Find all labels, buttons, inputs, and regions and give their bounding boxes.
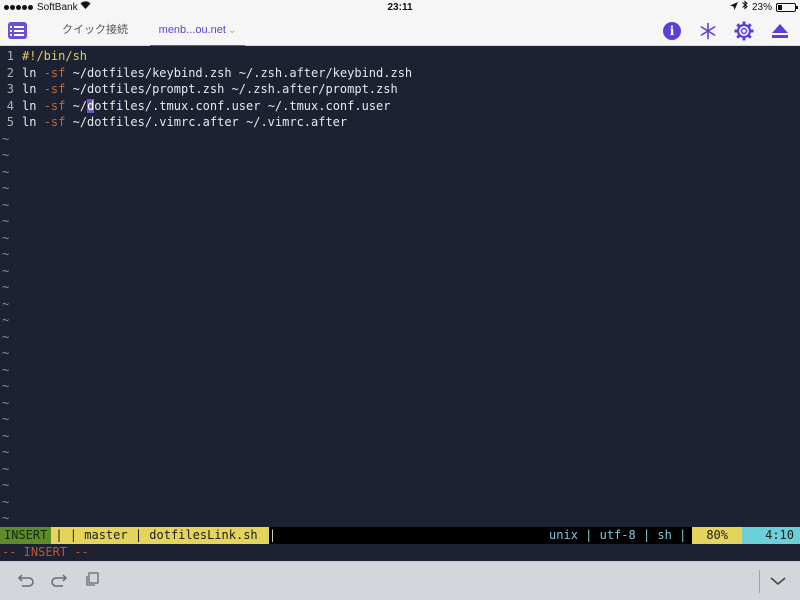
eject-icon[interactable]	[770, 21, 790, 41]
scroll-percent: 80%	[692, 527, 742, 544]
code-args: ~/dotfiles/.vimrc.after ~/.vimrc.after	[65, 115, 348, 129]
redo-icon[interactable]	[49, 571, 69, 591]
empty-line-marker: ~	[2, 263, 10, 278]
line-number: 2	[6, 65, 14, 80]
empty-line-marker: ~	[2, 461, 10, 476]
empty-line-marker: ~	[2, 247, 10, 261]
code-command: ln	[22, 115, 44, 129]
git-branch-file: | | master | dotfilesLink.sh	[51, 527, 269, 544]
vim-editor[interactable]: 1 #!/bin/sh 2 ln -sf ~/dotfiles/keybind.zs…	[0, 46, 800, 527]
empty-line-marker: ~	[2, 511, 10, 525]
app-tab-bar: クイック接続 menb...ou.net ⌄ i	[0, 15, 800, 47]
empty-line-marker: ~	[2, 379, 10, 393]
battery-icon	[776, 3, 798, 12]
code-line: 4 ln -sf ~/dotfiles/.tmux.conf.user ~/.tm…	[0, 98, 800, 115]
empty-line-marker: ~	[2, 280, 10, 294]
bluetooth-icon	[742, 0, 748, 15]
asterisk-icon[interactable]	[698, 21, 718, 41]
code-line: 3 ln -sf ~/dotfiles/prompt.zsh ~/.zsh.aft…	[0, 81, 800, 98]
code-shebang: #!/bin/sh	[22, 49, 88, 63]
empty-line-marker: ~	[2, 164, 10, 179]
empty-line-marker: ~	[2, 230, 10, 245]
toolbar-right: i	[662, 20, 790, 42]
empty-line-marker: ~	[2, 214, 10, 228]
code-command: ln	[22, 65, 44, 80]
code-flag: -sf	[43, 65, 66, 80]
line-number: 5	[6, 115, 14, 129]
cursor-position: 4:10	[742, 527, 800, 544]
battery-percent: 23%	[751, 2, 772, 13]
code-line: 1 #!/bin/sh	[0, 48, 800, 65]
empty-line-marker: ~	[2, 362, 10, 377]
gear-icon[interactable]	[734, 21, 754, 41]
code-args-post-cursor: otfiles/.tmux.conf.user ~/.tmux.conf.use…	[94, 98, 391, 113]
file-format-info: unix | utf-8 | sh |	[549, 528, 687, 542]
empty-line-marker: ~	[2, 329, 10, 344]
ios-status-bar: SoftBank 23:11 23%	[0, 0, 800, 15]
empty-line-marker: ~	[2, 131, 10, 146]
empty-line-marker: ~	[2, 181, 10, 195]
undo-icon[interactable]	[16, 571, 36, 591]
code-flag: -sf	[43, 98, 66, 113]
tab-quick-connect[interactable]: クイック接続	[40, 15, 150, 46]
vim-cmdline: -- INSERT --	[0, 544, 800, 561]
empty-line-marker: ~	[2, 412, 10, 426]
status-time: 23:11	[387, 2, 413, 13]
list-menu-icon[interactable]	[8, 22, 27, 39]
info-circle-icon[interactable]: i	[662, 21, 682, 41]
code-flag: -sf	[43, 115, 66, 129]
code-flag: -sf	[43, 82, 66, 96]
code-args: ~/dotfiles/prompt.zsh ~/.zsh.after/promp…	[65, 82, 398, 96]
location-icon	[729, 0, 738, 15]
line-number: 4	[6, 98, 14, 113]
code-command: ln	[22, 82, 44, 96]
empty-lines: ~ ~ ~ ~ ~ ~ ~ ~ ~ ~ ~ ~ ~ ~ ~ ~ ~ ~ ~ ~ ~ ~ ~ ~	[0, 131, 800, 527]
mode-indicator: INSERT	[0, 527, 52, 544]
empty-line-marker: ~	[2, 148, 10, 162]
status-right: 23%	[729, 0, 798, 15]
tab-quick-connect-label: クイック接続	[62, 24, 128, 36]
code-line: 2 ln -sf ~/dotfiles/keybind.zsh ~/.zsh.af…	[0, 65, 800, 82]
battery-level	[778, 5, 782, 10]
statusline-separator: |	[268, 528, 277, 542]
keyboard-accessory-bar	[0, 561, 800, 600]
line-number: 3	[6, 82, 14, 96]
code-args-pre-cursor: ~/	[65, 98, 88, 113]
tab-active-session[interactable]: menb...ou.net ⌄	[150, 15, 245, 47]
empty-line-marker: ~	[2, 197, 10, 212]
code-line: 5 ln -sf ~/dotfiles/.vimrc.after ~/.vimrc…	[0, 114, 800, 131]
empty-line-marker: ~	[2, 445, 10, 459]
chevron-down-icon[interactable]: ⌄	[228, 25, 236, 36]
empty-line-marker: ~	[2, 428, 10, 443]
empty-line-marker: ~	[2, 395, 10, 410]
paste-icon[interactable]	[82, 571, 102, 591]
code-args: ~/dotfiles/keybind.zsh ~/.zsh.after/keyb…	[65, 65, 413, 80]
tab-active-session-label: menb...ou.net	[158, 24, 226, 36]
accessory-divider	[759, 570, 760, 593]
code-command: ln	[22, 98, 44, 113]
vim-statusline: INSERT | | master | dotfilesLink.sh | un…	[0, 527, 800, 544]
empty-line-marker: ~	[2, 346, 10, 360]
empty-line-marker: ~	[2, 478, 10, 492]
line-number: 1	[6, 49, 14, 63]
empty-line-marker: ~	[2, 494, 10, 509]
empty-line-marker: ~	[2, 313, 10, 327]
empty-line-marker: ~	[2, 296, 10, 311]
chevron-down-icon[interactable]	[768, 571, 788, 591]
